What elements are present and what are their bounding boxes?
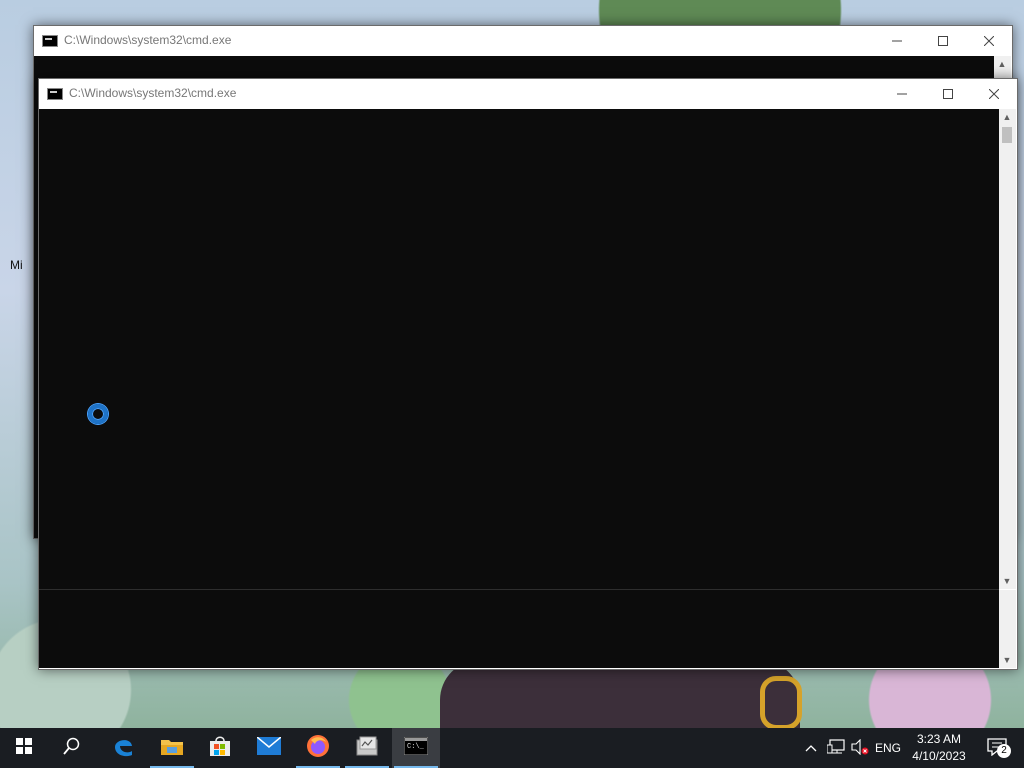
close-button[interactable] (966, 26, 1012, 56)
volume-muted-icon (851, 738, 869, 758)
clock-button[interactable]: 3:23 AM 4/10/2023 (904, 731, 974, 765)
cmd-window-front[interactable]: C:\Windows\system32\cmd.exe ▲ ▼ ▼ (38, 78, 1018, 670)
scroll-down-arrow-icon[interactable]: ▼ (999, 573, 1015, 589)
close-button[interactable] (971, 79, 1017, 109)
scroll-down-arrow-icon[interactable]: ▼ (999, 652, 1015, 668)
window-title: C:\Windows\system32\cmd.exe (64, 33, 232, 47)
clock-date: 4/10/2023 (912, 749, 966, 763)
input-language-button[interactable]: ENG (874, 728, 902, 768)
console-lower-pane[interactable] (39, 590, 999, 668)
chevron-up-icon (805, 741, 817, 755)
edge-button[interactable] (99, 728, 147, 768)
file-explorer-button[interactable] (148, 728, 196, 768)
notification-icon: 2 (987, 738, 1011, 758)
search-button[interactable] (48, 728, 96, 768)
minimize-icon (897, 89, 907, 99)
mail-button[interactable] (245, 728, 293, 768)
windows-logo-icon (16, 737, 32, 759)
show-hidden-icons-button[interactable] (801, 728, 821, 768)
maximize-button[interactable] (925, 79, 971, 109)
network-button[interactable] (825, 728, 847, 768)
maximize-button[interactable] (920, 26, 966, 56)
maximize-icon (938, 36, 948, 46)
scroll-thumb[interactable] (1002, 127, 1012, 143)
firefox-button[interactable] (294, 728, 342, 768)
notification-count-badge: 2 (997, 744, 1011, 758)
terminal-icon: C:\_ (403, 736, 429, 760)
close-icon (984, 36, 994, 46)
store-bag-icon (209, 735, 231, 762)
minimize-icon (892, 36, 902, 46)
vertical-scrollbar[interactable]: ▲ ▼ (999, 109, 1016, 589)
desktop-icon-label[interactable]: Mi (10, 258, 23, 272)
lower-vertical-scrollbar[interactable]: ▼ (999, 590, 1016, 668)
edge-icon (112, 735, 134, 762)
firefox-icon (306, 734, 330, 763)
start-button[interactable] (0, 728, 48, 768)
window-title: C:\Windows\system32\cmd.exe (69, 86, 237, 100)
wallpaper-figure (440, 660, 800, 728)
scroll-up-arrow-icon[interactable]: ▲ (994, 56, 1010, 72)
mail-icon (256, 735, 282, 760)
cmd-button[interactable]: C:\_ (392, 728, 440, 768)
language-indicator: ENG (874, 741, 901, 755)
scroll-up-arrow-icon[interactable]: ▲ (999, 109, 1015, 125)
terminal-icon (47, 88, 63, 100)
busy-spinner-icon (88, 404, 108, 424)
taskbar: C:\_ ENG 3:23 AM 4/10/2023 2 (0, 728, 1024, 768)
title-bar[interactable]: C:\Windows\system32\cmd.exe (39, 79, 1017, 109)
wallpaper-handle (760, 676, 802, 728)
action-center-button[interactable]: 2 (978, 728, 1018, 768)
minimize-button[interactable] (874, 26, 920, 56)
search-icon (63, 737, 81, 760)
console-area[interactable] (39, 109, 999, 589)
clock-time: 3:23 AM (916, 732, 962, 746)
maximize-icon (943, 89, 953, 99)
close-icon (989, 89, 999, 99)
volume-button[interactable] (849, 728, 871, 768)
title-bar[interactable]: C:\Windows\system32\cmd.exe (34, 26, 1012, 56)
minimize-button[interactable] (879, 79, 925, 109)
svg-text:C:\_: C:\_ (407, 743, 425, 751)
app-window-icon (355, 736, 379, 761)
terminal-icon (42, 35, 58, 47)
network-icon (826, 738, 845, 758)
store-button[interactable] (196, 728, 244, 768)
folder-icon (161, 737, 183, 760)
app-button[interactable] (343, 728, 391, 768)
